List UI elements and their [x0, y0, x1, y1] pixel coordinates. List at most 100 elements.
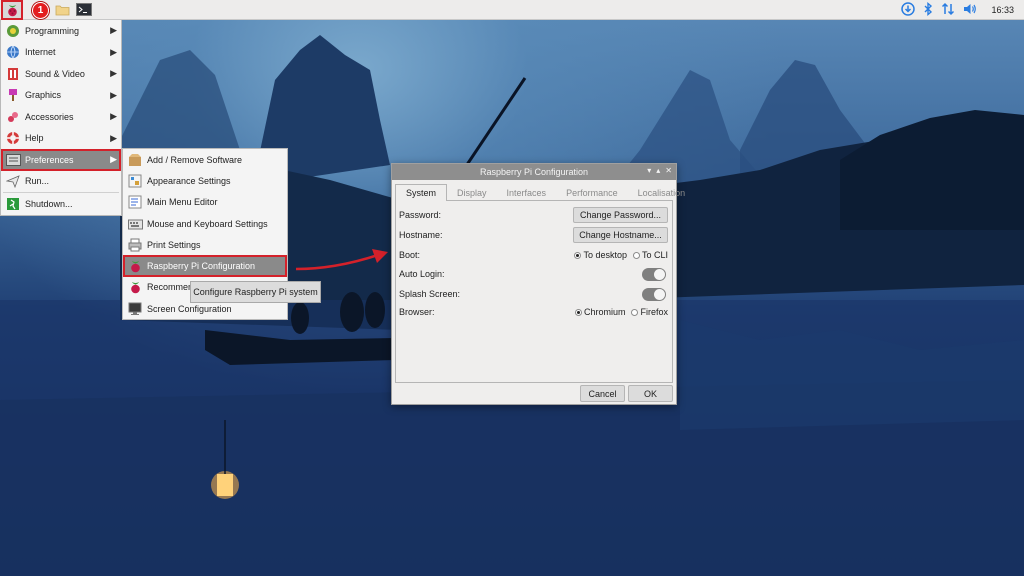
raspberry-icon [127, 258, 143, 274]
submenu-item-label: Appearance Settings [147, 175, 231, 186]
cancel-button[interactable]: Cancel [580, 385, 625, 402]
splash-screen-row: Splash Screen: [399, 285, 671, 303]
submenu-item-label: Mouse and Keyboard Settings [147, 218, 268, 229]
exit-icon [5, 196, 21, 212]
submenu-item-mouse-keyboard-settings[interactable]: Mouse and Keyboard Settings [123, 213, 287, 234]
main-menu-button[interactable] [1, 0, 23, 20]
radio-button-selected[interactable] [574, 308, 582, 316]
keyboard-icon [127, 216, 143, 232]
menu-item-label: Graphics [25, 90, 62, 101]
submenu-item-appearance-settings[interactable]: Appearance Settings [123, 170, 287, 191]
boot-cli-radio[interactable]: To CLI [632, 250, 668, 260]
paper-plane-icon [5, 173, 21, 189]
menu-item-sound-video[interactable]: Sound & Video ▶ [1, 63, 121, 85]
menu-item-shutdown[interactable]: Shutdown... [1, 193, 121, 215]
submenu-item-main-menu-editor[interactable]: Main Menu Editor [123, 192, 287, 213]
update-download-icon[interactable] [901, 1, 916, 19]
tab-interfaces[interactable]: Interfaces [497, 184, 557, 201]
tab-system[interactable]: System [395, 184, 448, 201]
boot-desktop-label: To desktop [583, 250, 627, 260]
taskbar: 16:33 [0, 0, 1024, 20]
printer-icon [127, 237, 143, 253]
menu-item-label: Run... [25, 176, 50, 187]
network-icon[interactable] [941, 2, 955, 19]
tooltip: Configure Raspberry Pi system [190, 281, 321, 303]
chevron-right-icon: ▶ [110, 89, 117, 100]
tab-localisation[interactable]: Localisation [628, 184, 696, 201]
chevron-right-icon: ▶ [110, 154, 117, 165]
terminal-icon [76, 3, 92, 16]
chevron-right-icon: ▶ [110, 46, 117, 57]
menu-item-accessories[interactable]: Accessories ▶ [1, 106, 121, 128]
lifebuoy-icon [5, 130, 21, 146]
auto-login-row: Auto Login: [399, 265, 671, 283]
close-icon[interactable]: ✕ [665, 166, 672, 175]
monitor-icon [127, 301, 143, 317]
maximize-icon[interactable]: ▴ [656, 166, 660, 175]
terminal-button[interactable] [74, 0, 94, 20]
package-icon [127, 152, 143, 168]
file-manager-button[interactable] [52, 0, 72, 20]
boot-desktop-radio[interactable]: To desktop [574, 250, 627, 260]
browser-chromium-label: Chromium [583, 307, 626, 317]
submenu-item-label: Add / Remove Software [147, 154, 243, 165]
volume-icon[interactable] [963, 2, 977, 19]
step-badge-1: 1 [32, 2, 49, 19]
paintbrush-icon [5, 87, 21, 103]
submenu-item-raspberry-pi-configuration[interactable]: Raspberry Pi Configuration [123, 255, 287, 277]
accessories-icon [5, 109, 21, 125]
annotation-arrow [295, 249, 388, 271]
window-title: Raspberry Pi Configuration [479, 167, 589, 177]
menu-item-run[interactable]: Run... [1, 171, 121, 193]
menu-item-programming[interactable]: Programming ▶ [1, 20, 121, 42]
tab-bar: System Display Interfaces Performance Lo… [395, 184, 685, 201]
globe-icon [5, 44, 21, 60]
submenu-item-label: Screen Configuration [147, 303, 232, 314]
menu-item-label: Programming [25, 25, 80, 36]
menu-item-label: Accessories [25, 111, 74, 122]
auto-login-label: Auto Login: [399, 269, 445, 279]
ok-button[interactable]: OK [628, 385, 673, 402]
menu-item-help[interactable]: Help ▶ [1, 128, 121, 150]
menu-item-label: Sound & Video [25, 68, 85, 79]
radio-button[interactable] [632, 251, 640, 259]
programming-icon [5, 23, 21, 39]
boot-row: Boot: To desktop To CLI [399, 246, 671, 264]
tab-display[interactable]: Display [447, 184, 497, 201]
change-password-button[interactable]: Change Password... [573, 207, 668, 223]
menu-editor-icon [127, 194, 143, 210]
auto-login-toggle[interactable] [642, 267, 666, 281]
raspberry-pi-configuration-window: Raspberry Pi Configuration ▾ ▴ ✕ System … [391, 163, 685, 405]
bluetooth-icon[interactable] [923, 1, 933, 19]
window-titlebar[interactable]: Raspberry Pi Configuration ▾ ▴ ✕ [392, 164, 676, 180]
submenu-item-print-settings[interactable]: Print Settings [123, 234, 287, 255]
boot-cli-label: To CLI [641, 250, 668, 260]
browser-chromium-radio[interactable]: Chromium [574, 307, 626, 317]
menu-item-preferences[interactable]: Preferences ▶ [1, 149, 121, 171]
raspberry-icon [127, 279, 143, 295]
tab-performance[interactable]: Performance [556, 184, 628, 201]
radio-button-selected[interactable] [574, 251, 582, 259]
chevron-right-icon: ▶ [110, 111, 117, 122]
submenu-item-label: Raspberry Pi Configuration [147, 261, 256, 272]
menu-item-label: Shutdown... [25, 198, 73, 209]
menu-item-internet[interactable]: Internet ▶ [1, 42, 121, 64]
menu-item-label: Internet [25, 47, 56, 58]
clock[interactable]: 16:33 [991, 5, 1014, 15]
submenu-item-label: Print Settings [147, 239, 201, 250]
menu-item-graphics[interactable]: Graphics ▶ [1, 85, 121, 107]
submenu-item-add-remove-software[interactable]: Add / Remove Software [123, 149, 287, 170]
splash-screen-toggle[interactable] [642, 287, 666, 301]
hostname-row: Hostname: Change Hostname... [399, 226, 671, 244]
chevron-right-icon: ▶ [110, 132, 117, 143]
folder-icon [55, 5, 69, 15]
change-hostname-button[interactable]: Change Hostname... [573, 227, 668, 243]
browser-firefox-radio[interactable]: Firefox [631, 307, 668, 317]
minimize-icon[interactable]: ▾ [647, 166, 651, 175]
preferences-icon [5, 152, 21, 168]
password-row: Password: Change Password... [399, 206, 671, 224]
browser-radio-group: Chromium Firefox [574, 307, 668, 317]
system-tray: 16:33 [901, 0, 1024, 20]
radio-button[interactable] [631, 308, 639, 316]
media-icon [5, 66, 21, 82]
